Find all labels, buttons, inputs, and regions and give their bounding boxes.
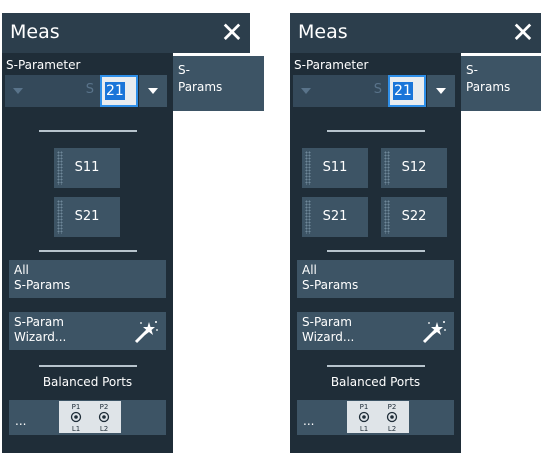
balanced-ports-button[interactable]: ... P1 P2 L1 L2 bbox=[9, 400, 166, 435]
all-s-params-button[interactable]: All S-Params bbox=[297, 260, 454, 298]
s11-button[interactable]: S11 bbox=[302, 148, 368, 188]
button-label-line2: Wizard... bbox=[14, 330, 67, 344]
tab-label-line2: Params bbox=[466, 80, 511, 94]
panel-header: Meas ✕ bbox=[290, 13, 541, 53]
all-s-params-button[interactable]: All S-Params bbox=[9, 260, 166, 298]
button-label-line2: S-Params bbox=[14, 278, 71, 292]
panel-header: Meas ✕ bbox=[2, 13, 250, 53]
button-label-line1: S-Param bbox=[302, 315, 352, 329]
selected-text: 21 bbox=[393, 82, 413, 100]
divider bbox=[327, 130, 425, 132]
chevron-down-icon bbox=[13, 88, 23, 94]
balanced-ports-label: Balanced Ports bbox=[330, 375, 421, 389]
balanced-ports-icon: P1 P2 L1 L2 bbox=[347, 401, 409, 433]
divider bbox=[39, 365, 137, 367]
s-button-label: S21 bbox=[74, 209, 100, 224]
more-label: ... bbox=[303, 414, 315, 428]
s-button-label: S11 bbox=[322, 160, 348, 175]
s-param-prefix-field: S bbox=[293, 75, 388, 107]
tab-s-params[interactable]: S- Params bbox=[173, 56, 264, 111]
divider bbox=[39, 130, 137, 132]
s-param-combo: S 21 bbox=[2, 75, 167, 107]
close-button[interactable]: ✕ bbox=[505, 17, 541, 49]
tab-label-line1: S- bbox=[178, 63, 190, 77]
chevron-down-icon bbox=[436, 88, 446, 94]
chevron-down-icon bbox=[301, 88, 311, 94]
port-label-p1: P1 bbox=[72, 403, 81, 411]
section-label: S-Parameter bbox=[6, 58, 81, 72]
balanced-ports-button[interactable]: ... P1 P2 L1 L2 bbox=[297, 400, 454, 435]
s-button-label: S21 bbox=[322, 209, 348, 224]
section-label: S-Parameter bbox=[294, 58, 369, 72]
button-label-line1: All bbox=[302, 263, 317, 277]
port-label-p2: P2 bbox=[388, 403, 397, 411]
port-label-l2: L2 bbox=[100, 425, 108, 433]
divider bbox=[327, 365, 425, 367]
s-prefix-label: S bbox=[85, 82, 94, 97]
tab-s-params[interactable]: S- Params bbox=[461, 56, 541, 111]
button-label-line1: All bbox=[14, 263, 29, 277]
port-label-l2: L2 bbox=[388, 425, 396, 433]
selected-text: 21 bbox=[105, 82, 125, 100]
s-parameter-section: S-Parameter S 21 S11 S12 S21 S22 All S-P… bbox=[290, 53, 461, 453]
magic-wand-icon bbox=[134, 321, 158, 344]
magic-wand-icon bbox=[422, 321, 446, 344]
s-param-index-input[interactable]: 21 bbox=[100, 75, 138, 107]
port-label-p2: P2 bbox=[100, 403, 109, 411]
button-label-line2: Wizard... bbox=[302, 330, 355, 344]
balanced-ports-label: Balanced Ports bbox=[42, 375, 133, 389]
s22-button[interactable]: S22 bbox=[381, 197, 447, 237]
port-label-p1: P1 bbox=[360, 403, 369, 411]
s-prefix-label: S bbox=[373, 82, 382, 97]
tab-label-line2: Params bbox=[178, 80, 223, 94]
s-button-label: S22 bbox=[401, 209, 427, 224]
chevron-down-icon bbox=[148, 88, 158, 94]
divider bbox=[327, 250, 425, 252]
port-label-l1: L1 bbox=[72, 425, 80, 433]
s11-button[interactable]: S11 bbox=[54, 148, 120, 188]
s21-button[interactable]: S21 bbox=[302, 197, 368, 237]
button-label-line1: S-Param bbox=[14, 315, 64, 329]
port-label-l1: L1 bbox=[360, 425, 368, 433]
meas-panel-left: Meas ✕ S- Params S-Parameter S 21 S11 S2… bbox=[2, 13, 264, 453]
s-param-prefix-field: S bbox=[5, 75, 100, 107]
close-icon: ✕ bbox=[511, 16, 535, 49]
s-param-dropdown-button[interactable] bbox=[427, 75, 455, 107]
s-param-wizard-button[interactable]: S-Param Wizard... bbox=[297, 312, 454, 350]
close-icon: ✕ bbox=[220, 16, 244, 49]
s-parameter-section: S-Parameter S 21 S11 S21 All S-Params S-… bbox=[2, 53, 173, 453]
s-param-index-input[interactable]: 21 bbox=[388, 75, 426, 107]
panel-title: Meas bbox=[298, 21, 348, 43]
panel-title: Meas bbox=[10, 21, 60, 43]
divider bbox=[39, 250, 137, 252]
s-param-combo: S 21 bbox=[290, 75, 455, 107]
s-param-dropdown-button[interactable] bbox=[139, 75, 167, 107]
meas-panel-right: Meas ✕ S- Params S-Parameter S 21 S11 S1… bbox=[290, 13, 541, 453]
close-button[interactable]: ✕ bbox=[214, 17, 250, 49]
s21-button[interactable]: S21 bbox=[54, 197, 120, 237]
more-label: ... bbox=[15, 414, 27, 428]
s-button-label: S11 bbox=[74, 160, 100, 175]
s-button-label: S12 bbox=[401, 160, 427, 175]
button-label-line2: S-Params bbox=[302, 278, 359, 292]
s12-button[interactable]: S12 bbox=[381, 148, 447, 188]
tab-label-line1: S- bbox=[466, 63, 478, 77]
s-param-wizard-button[interactable]: S-Param Wizard... bbox=[9, 312, 166, 350]
balanced-ports-icon: P1 P2 L1 L2 bbox=[59, 401, 121, 433]
